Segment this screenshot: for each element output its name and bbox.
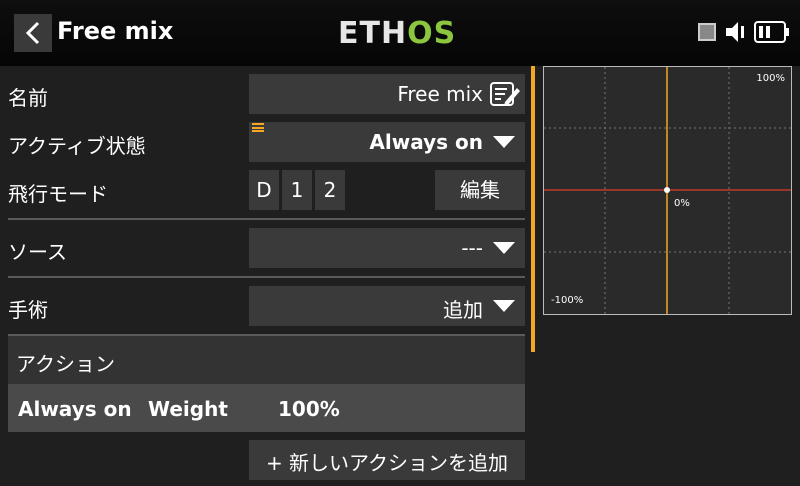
flight-mode-label: 飛行モード [8, 182, 108, 206]
curve-max-label: 100% [756, 73, 785, 84]
divider [8, 218, 525, 220]
add-action-button[interactable]: + 新しいアクションを追加 [249, 440, 525, 480]
chevron-left-icon [25, 21, 40, 45]
curve-preview: 100% 0% -100% [543, 66, 792, 315]
flight-mode-edit-button[interactable]: 編集 [435, 170, 525, 210]
battery-icon [754, 21, 789, 43]
flight-mode-d[interactable]: D [249, 170, 279, 210]
top-bar: Free mix ETHOS [0, 0, 800, 66]
speaker-icon[interactable] [724, 20, 746, 44]
name-label: 名前 [8, 86, 48, 110]
source-dropdown[interactable]: --- [249, 228, 525, 268]
operation-label: 手術 [8, 298, 48, 322]
page-title: Free mix [57, 17, 174, 45]
status-icons [698, 20, 790, 44]
action-type: Weight [148, 397, 228, 421]
name-field[interactable]: Free mix [249, 74, 525, 114]
active-dropdown[interactable]: Always on [249, 122, 525, 162]
action-value: 100% [278, 397, 340, 421]
ethos-logo: ETHOS [338, 16, 457, 51]
name-value: Free mix [397, 82, 483, 106]
active-value: Always on [369, 130, 483, 154]
action-condition: Always on [18, 397, 132, 421]
actions-title: アクション [16, 352, 115, 376]
divider [8, 276, 525, 278]
scrollbar[interactable] [531, 66, 535, 352]
menu-icon [252, 123, 264, 132]
flight-mode-2[interactable]: 2 [315, 170, 345, 210]
chevron-down-icon [493, 242, 515, 254]
flight-mode-1[interactable]: 1 [282, 170, 312, 210]
edit-icon[interactable] [489, 80, 521, 108]
operation-dropdown[interactable]: 追加 [249, 286, 525, 326]
active-label: アクティブ状態 [8, 134, 146, 158]
action-row[interactable]: Always on Weight 100% [8, 384, 525, 432]
chevron-down-icon [493, 136, 515, 148]
back-button[interactable] [14, 14, 52, 52]
source-value: --- [461, 236, 483, 260]
curve-center-label: 0% [674, 198, 690, 209]
record-icon [698, 23, 716, 41]
curve-min-label: -100% [551, 295, 584, 306]
curve-graph [544, 67, 791, 314]
operation-value: 追加 [443, 298, 483, 322]
source-label: ソース [8, 240, 67, 264]
actions-section-header: アクション [8, 336, 525, 384]
chevron-down-icon [493, 300, 515, 312]
